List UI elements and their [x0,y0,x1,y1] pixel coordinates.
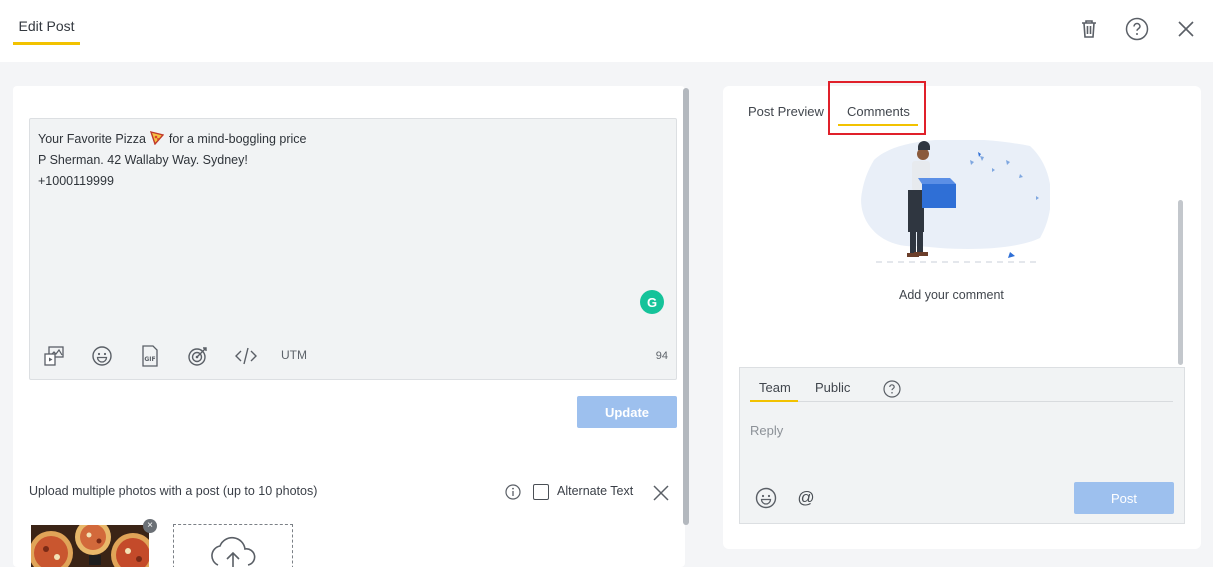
info-icon[interactable] [505,484,521,500]
comment-emoji-icon[interactable] [755,487,777,509]
help-icon[interactable] [1124,16,1150,42]
alternate-text-label: Alternate Text [557,484,634,498]
comments-tab-highlight [828,81,926,135]
upload-photos-label: Upload multiple photos with a post (up t… [29,484,318,498]
comment-help-icon[interactable] [883,380,901,398]
post-line-3: +1000119999 [38,174,114,188]
cloud-upload-icon [211,536,256,567]
gif-icon[interactable]: GIF [138,344,162,368]
reply-input[interactable] [750,420,1170,440]
remove-photo-button[interactable]: × [143,519,157,533]
add-comment-message: Add your comment [899,288,1004,302]
mention-icon[interactable]: @ [796,488,816,508]
alternate-text-checkbox[interactable] [533,484,549,500]
upload-photo-dropzone[interactable] [173,524,293,567]
grammarly-icon[interactable]: G [640,290,664,314]
editor-toolbar: GIF UTM 94 [30,344,676,368]
pizza-photo-thumbnail[interactable] [31,525,149,567]
edit-post-tab[interactable]: Edit Post [13,18,80,45]
pizza-emoji-icon [150,131,165,145]
close-upload-icon[interactable] [651,483,671,503]
post-line-2: P Sherman. 42 Wallaby Way. Sydney! [38,153,248,167]
active-tab-underline [13,42,80,45]
comment-tabs-divider [750,401,1173,402]
edit-post-title: Edit Post [18,18,75,34]
post-comment-button[interactable]: Post [1074,482,1174,514]
trash-icon[interactable] [1076,16,1102,42]
tab-post-preview[interactable]: Post Preview [748,104,824,119]
tab-public[interactable]: Public [815,380,850,395]
utm-button[interactable]: UTM [281,348,307,362]
emoji-icon[interactable] [90,344,114,368]
empty-comments-illustration [861,140,1050,263]
close-icon[interactable] [1173,16,1199,42]
target-icon[interactable] [186,344,210,368]
media-icon[interactable] [42,344,66,368]
character-count: 94 [655,350,668,362]
post-text-editor[interactable]: Your Favorite Pizza for a mind-boggling … [29,118,677,380]
update-button[interactable]: Update [577,396,677,428]
post-text[interactable]: Your Favorite Pizza for a mind-boggling … [38,129,306,192]
left-scrollbar[interactable] [683,88,689,525]
svg-text:GIF: GIF [144,356,155,363]
right-scrollbar[interactable] [1178,200,1183,365]
top-bar: Edit Post [0,0,1213,62]
team-tab-underline [750,400,798,402]
code-icon[interactable] [234,344,258,368]
post-line-1: Your Favorite Pizza for a mind-boggling … [38,131,307,146]
tab-team[interactable]: Team [759,380,791,395]
